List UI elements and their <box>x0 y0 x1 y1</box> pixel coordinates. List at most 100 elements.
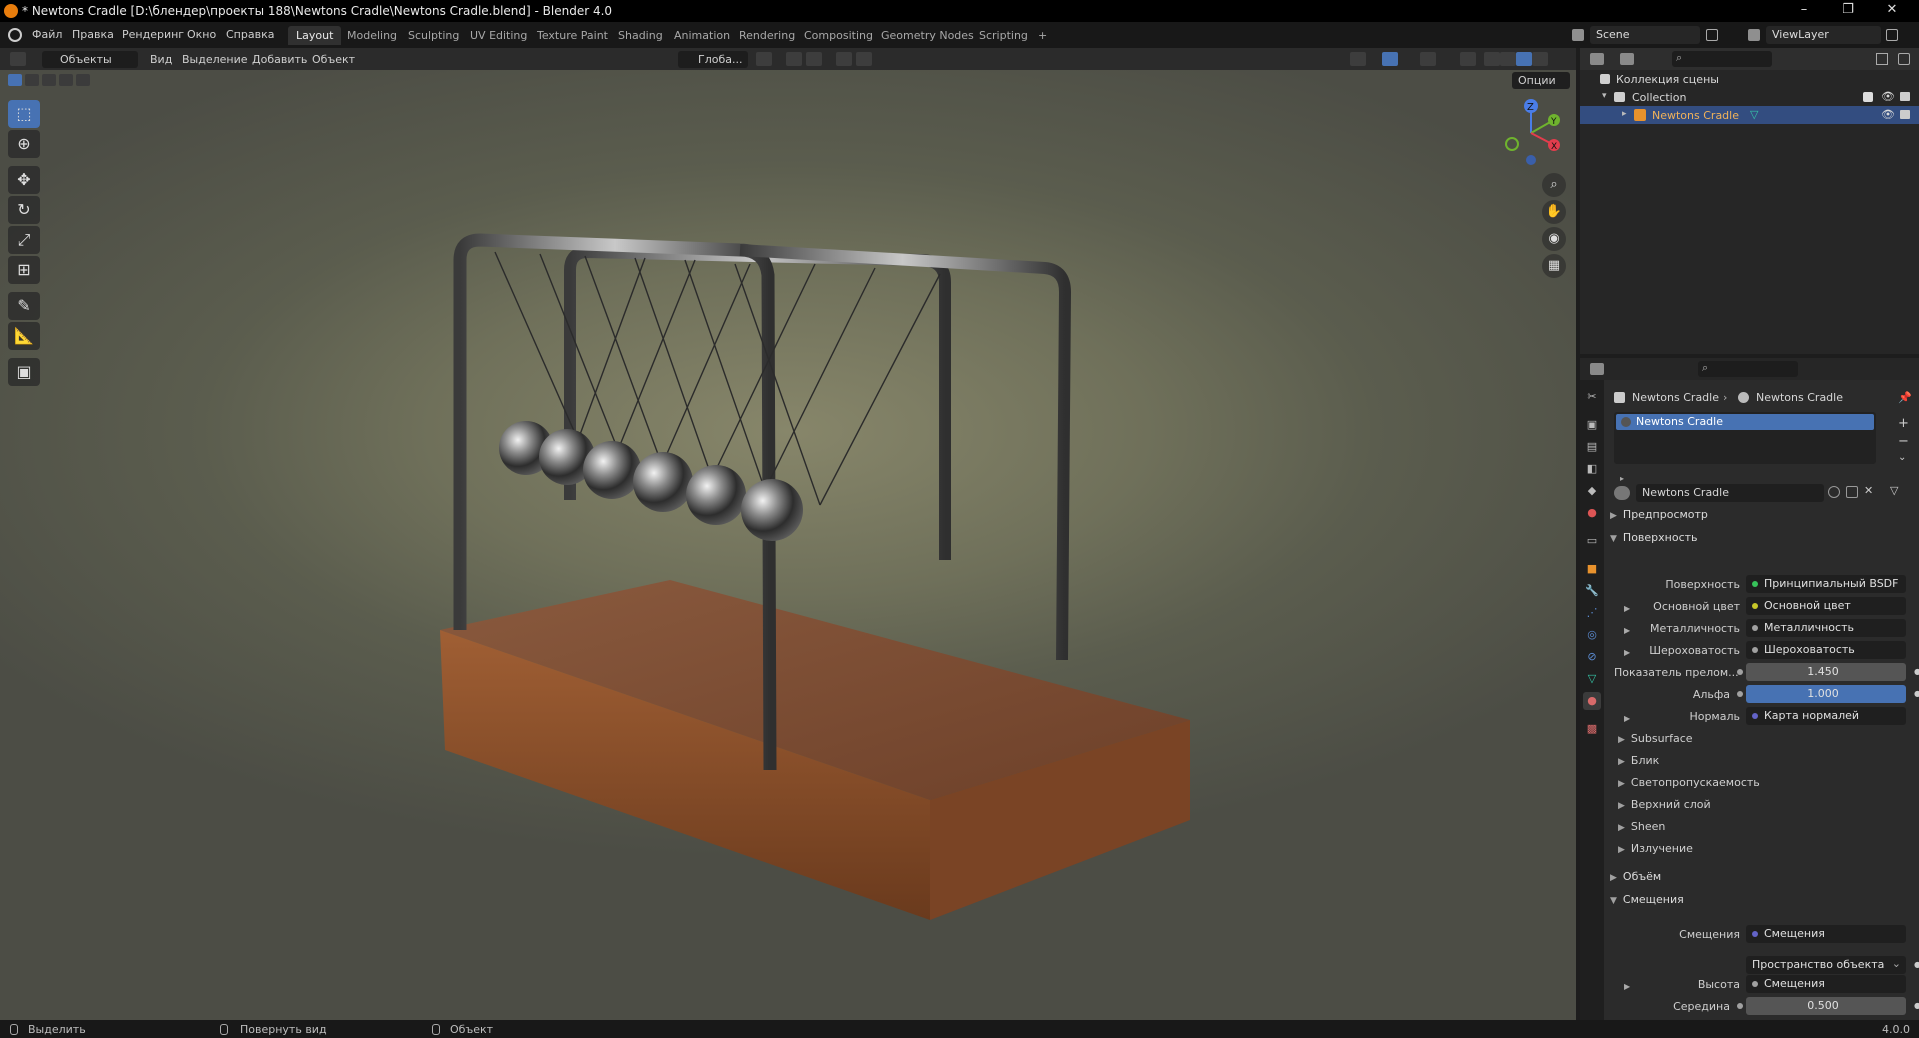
object-tab-icon[interactable]: ■ <box>1583 560 1601 578</box>
collapse-arrow-icon[interactable]: ▾ <box>1602 91 1607 101</box>
collection-tab-icon[interactable]: ▭ <box>1583 532 1601 550</box>
expand-arrow-icon[interactable]: ▸ <box>1622 109 1627 119</box>
pivot-point-icon[interactable] <box>756 52 772 66</box>
unlink-material-icon[interactable]: ✕ <box>1864 484 1873 497</box>
rotate-tool[interactable]: ↻ <box>8 196 40 224</box>
annotate-tool[interactable]: ✎ <box>8 292 40 320</box>
newtons-cradle-model[interactable] <box>420 160 1200 960</box>
normal-field[interactable]: Карта нормалей <box>1746 707 1906 725</box>
roughness-field[interactable]: Шероховатость <box>1746 641 1906 659</box>
menu-window[interactable]: Окно <box>187 28 216 41</box>
display-mode-icon[interactable] <box>1620 53 1634 65</box>
modifier-tab-icon[interactable]: 🔧 <box>1583 582 1601 600</box>
menu-view[interactable]: Вид <box>144 51 178 68</box>
tab-geometry-nodes[interactable]: Geometry Nodes <box>873 26 982 45</box>
wireframe-shading-icon[interactable] <box>1484 52 1500 66</box>
menu-render[interactable]: Рендеринг <box>122 28 184 41</box>
displacement-space-dropdown[interactable]: Пространство объекта ⌄ <box>1746 956 1906 974</box>
section-preview[interactable]: ▶ Предпросмотр <box>1610 508 1915 528</box>
minimize-button[interactable]: – <box>1782 2 1826 20</box>
new-collection-icon[interactable] <box>1898 53 1910 65</box>
material-tab-icon[interactable]: ● <box>1583 692 1601 710</box>
zoom-icon[interactable]: ⌕ <box>1542 173 1566 197</box>
space-keyframe-icon[interactable]: ● <box>1914 960 1919 969</box>
gizmo-neg-z-ball[interactable] <box>1526 155 1536 165</box>
add-workspace-button[interactable]: + <box>1030 26 1055 45</box>
alpha-keyframe-icon[interactable]: ● <box>1914 689 1919 698</box>
material-name-field[interactable]: Newtons Cradle <box>1636 484 1824 502</box>
tab-animation[interactable]: Animation <box>666 26 738 45</box>
filter-icon[interactable] <box>1876 53 1888 65</box>
subsection-transmission[interactable]: ▶ Светопропускаемость <box>1618 776 1760 789</box>
perspective-toggle-icon[interactable]: ▦ <box>1542 254 1566 278</box>
snap-icon[interactable] <box>786 52 802 66</box>
ior-keyframe-icon[interactable]: ● <box>1914 667 1919 676</box>
outliner-search-input[interactable]: ⌕ <box>1672 51 1772 67</box>
texture-tab-icon[interactable]: ▩ <box>1583 720 1601 738</box>
exclude-checkbox[interactable] <box>1863 92 1873 102</box>
select-difference-icon[interactable] <box>59 74 73 86</box>
new-view-layer-icon[interactable] <box>1886 29 1898 41</box>
eye-icon[interactable]: 👁 <box>1881 90 1895 103</box>
maximize-button[interactable]: ❐ <box>1826 2 1870 20</box>
camera-view-icon[interactable]: ◉ <box>1542 227 1566 251</box>
solid-shading-icon[interactable] <box>1500 52 1516 66</box>
expand-roughness-icon[interactable]: ▶ <box>1624 648 1630 657</box>
metallic-field[interactable]: Металличность <box>1746 619 1906 637</box>
world-tab-icon[interactable]: ● <box>1583 504 1601 522</box>
tab-modeling[interactable]: Modeling <box>339 26 405 45</box>
select-extend-icon[interactable] <box>25 74 39 86</box>
outliner-scene-collection[interactable]: Коллекция сцены <box>1580 70 1919 88</box>
overlay-toggle-icon[interactable] <box>1420 52 1436 66</box>
gizmo-toggle-icon[interactable] <box>1382 52 1398 66</box>
expand-base-color-icon[interactable]: ▶ <box>1624 604 1630 613</box>
height-field[interactable]: Смещения <box>1746 975 1906 993</box>
subsection-coat[interactable]: ▶ Верхний слой <box>1618 798 1711 811</box>
view-layer-icon[interactable] <box>1748 29 1760 41</box>
subsection-sheen[interactable]: ▶ Sheen <box>1618 820 1665 833</box>
list-expand-arrow-icon[interactable]: ▸ <box>1620 474 1624 483</box>
tab-shading[interactable]: Shading <box>610 26 671 45</box>
section-displacement[interactable]: ▼ Смещения <box>1610 893 1915 913</box>
surface-shader-field[interactable]: Принципиальный BSDF <box>1746 575 1906 593</box>
blender-menu-icon[interactable] <box>8 28 22 42</box>
editor-type-icon[interactable] <box>10 52 26 66</box>
tab-compositing[interactable]: Compositing <box>796 26 881 45</box>
select-subtract-icon[interactable] <box>42 74 56 86</box>
scene-icon[interactable] <box>1572 29 1584 41</box>
ior-field[interactable]: 1.450 <box>1746 663 1906 681</box>
view-layer-selector[interactable]: ViewLayer <box>1766 26 1881 44</box>
properties-search-input[interactable]: ⌕ <box>1698 361 1798 377</box>
menu-select[interactable]: Выделение <box>176 51 254 68</box>
pin-icon[interactable]: 📌 <box>1898 391 1912 404</box>
rendered-shading-icon[interactable] <box>1532 52 1548 66</box>
menu-help[interactable]: Справка <box>226 28 274 41</box>
transform-tool[interactable]: ⊞ <box>8 256 40 284</box>
mode-selector[interactable]: Объекты <box>42 51 138 68</box>
menu-object[interactable]: Объект <box>306 51 361 68</box>
gizmo-neg-y-ball[interactable] <box>1505 137 1519 151</box>
render-tab-icon[interactable]: ▣ <box>1583 416 1601 434</box>
material-browse-icon[interactable] <box>1614 486 1630 500</box>
tab-scripting[interactable]: Scripting <box>971 26 1036 45</box>
scene-selector[interactable]: Scene <box>1590 26 1700 44</box>
subsection-specular[interactable]: ▶ Блик <box>1618 754 1659 767</box>
remove-slot-button[interactable]: − <box>1898 434 1909 449</box>
navigation-gizmo[interactable]: Z Y X <box>1496 98 1566 168</box>
select-intersect-icon[interactable] <box>76 74 90 86</box>
slot-specials-button[interactable]: ⌄ <box>1898 452 1906 463</box>
add-cube-tool[interactable]: ▣ <box>8 358 40 386</box>
add-slot-button[interactable]: + <box>1898 416 1909 431</box>
falloff-icon[interactable] <box>856 52 872 66</box>
expand-height-icon[interactable]: ▶ <box>1624 982 1630 991</box>
material-slot-item[interactable]: Newtons Cradle <box>1616 414 1874 430</box>
section-surface[interactable]: ▼ Поверхность <box>1610 531 1915 551</box>
data-tab-icon[interactable]: ▽ <box>1583 670 1601 688</box>
3d-viewport[interactable]: Опции ⬚ ⊕ ✥ ↻ ⤢ ⊞ ✎ 📐 ▣ Z Y X ⌕ ✋ ◉ ▦ <box>0 70 1576 1020</box>
midlevel-keyframe-icon[interactable]: ● <box>1914 1001 1919 1010</box>
outliner-editor-icon[interactable] <box>1590 53 1604 65</box>
expand-normal-icon[interactable]: ▶ <box>1624 714 1630 723</box>
output-tab-icon[interactable]: ▤ <box>1583 438 1601 456</box>
material-options-icon[interactable]: ▽ <box>1890 484 1898 497</box>
menu-file[interactable]: Файл <box>32 28 62 41</box>
